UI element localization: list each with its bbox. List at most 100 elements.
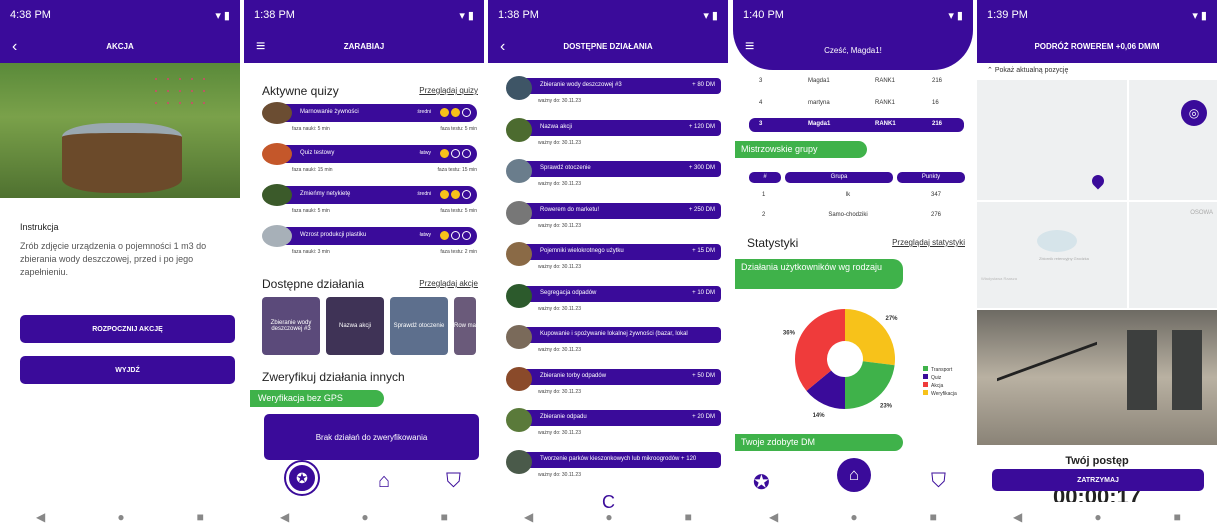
show-position-toggle[interactable]: ⌃ Pokaż aktualną pozycję [987,66,1068,74]
action-name: Zbieranie torby odpadów [540,372,607,379]
building-window [1172,330,1202,410]
stop-button[interactable]: ZATRZYMAJ [992,469,1204,491]
action-pill[interactable]: Zbieranie torby odpadów + 50 DM [520,368,721,385]
master-groups-tab[interactable]: Mistrzowskie grupy [735,141,867,158]
quiz-thumbnail [262,143,292,165]
quiz-row[interactable]: Marnowanie żywności średni faza nauki: 5 m… [262,102,477,134]
recents-square-icon[interactable]: ■ [197,510,204,524]
action-name: Kupowanie i spożywanie lokalnej żywności… [540,331,688,337]
action-row[interactable]: Tworzenie parków kieszonkowych lub mikro… [506,449,721,482]
action-pill[interactable]: Tworzenie parków kieszonkowych lub mikro… [520,451,721,468]
back-icon[interactable]: ‹ [12,38,17,56]
home-circle-icon[interactable]: ● [361,510,368,524]
action-pill[interactable]: Zbieranie wody deszczowej #3 + 80 DM [520,78,721,94]
action-tile[interactable]: Zbieranie wody deszczowej #3 [262,297,320,355]
action-points: + 250 DM [688,206,715,213]
action-pill[interactable]: Pojemniki wielokrotnego użytku + 15 DM [520,244,721,260]
home-circle-icon[interactable]: ● [1094,510,1101,524]
legend-swatch [923,390,928,395]
menu-icon[interactable]: ≡ [745,38,754,56]
action-pill[interactable]: Zbieranie odpadu + 20 DM [520,410,721,426]
action-valid-date: ważny do: 30.11.23 [538,222,581,229]
action-tile[interactable]: Row ma [454,297,476,355]
browse-stats-link[interactable]: Przeglądaj statystyki [892,238,965,247]
back-triangle-icon[interactable]: ◀ [36,510,45,524]
action-pill[interactable]: Nazwa akcji + 120 DM [520,119,721,136]
group-header-label: # [763,174,767,180]
shopping-bag-icon[interactable]: ⛉ [446,470,461,493]
rank-level: RANK1 [875,78,896,84]
difficulty-bubbles [438,149,471,160]
home-icon[interactable]: ⌂ [378,470,390,493]
difficulty-bubbles [438,190,471,201]
earned-dm-tab[interactable]: Twoje zdobyte DM [735,434,903,451]
recents-square-icon[interactable]: ■ [930,510,937,524]
my-rank-row: 3 Magda1 RANK1 216 [749,118,964,132]
action-pill[interactable]: Rowerem do marketu! + 250 DM [520,202,721,219]
difficulty-bubbles [438,231,471,242]
difficulty-dot-icon [462,149,471,158]
action-row[interactable]: Rowerem do marketu! + 250 DM ważny do: 30.… [506,200,721,233]
recents-square-icon[interactable]: ■ [441,510,448,524]
action-row[interactable]: Nazwa akcji + 120 DM ważny do: 30.11.23 [506,117,721,150]
exit-button[interactable]: WYJDŹ [20,356,235,384]
quiz-pill[interactable]: Marnowanie żywności średni [276,104,477,122]
action-tile[interactable]: Nazwa akcji [326,297,384,355]
home-circle-icon[interactable]: ● [850,510,857,524]
home-circle-icon[interactable]: ● [605,510,612,524]
action-name: Zbieranie odpadu [540,414,587,420]
quiz-pill[interactable]: Wzrost produkcji plastiku łatwy [276,227,477,245]
action-valid-date: ważny do: 30.11.23 [538,347,581,353]
action-row[interactable]: Pojemniki wielokrotnego użytku + 15 DM waż… [506,242,721,274]
back-triangle-icon[interactable]: ◀ [1013,510,1022,524]
action-row[interactable]: Kupowanie i spożywanie lokalnej żywności… [506,325,721,357]
action-pill[interactable]: Sprawdź otoczenie + 300 DM [520,161,721,177]
action-tile-label: Zbieranie wody deszczowej #3 [270,320,312,332]
action-tile[interactable]: Sprawdź otoczenie [390,297,448,355]
recents-square-icon[interactable]: ■ [685,510,692,524]
back-triangle-icon[interactable]: ◀ [769,510,778,524]
group-header-label: Punkty [921,174,941,180]
action-pill[interactable]: Segregacja odpadów + 10 DM [520,285,721,302]
quiz-level: średni [417,109,431,115]
app-bar: ≡ ZARABIAJ [244,30,484,63]
quiz-row[interactable]: Wzrost produkcji plastiku łatwy faza nauki… [262,225,477,257]
legend-label: Weryfikacja [931,391,957,397]
home-circle-icon[interactable]: ● [117,510,124,524]
actions-pie-chart: 23% 14% 36% 27% Transport Quiz Akcja Weryfikacj… [783,309,957,419]
shopping-bag-icon[interactable]: ⛉ [931,470,946,493]
home-tab[interactable]: ⌂ [837,458,871,492]
back-triangle-icon[interactable]: ◀ [524,510,533,524]
user-actions-by-type-tab[interactable]: Działania użytkowników wg rodzaju [735,259,903,289]
my-rank-name: Magda1 [808,121,831,127]
back-icon[interactable]: ‹ [500,38,505,56]
quiz-pill[interactable]: Zmieńmy netykietę średni [276,186,477,204]
greeting-title: Cześć, Magda1! [824,45,882,55]
action-row[interactable]: Zbieranie odpadu + 20 DM ważny do: 30.11.2… [506,408,721,440]
browse-actions-link[interactable]: Przeglądaj akcje [419,279,478,288]
verify-without-gps-tab[interactable]: Weryfikacja bez GPS [250,390,384,407]
menu-icon[interactable]: ≡ [256,38,265,56]
quiz-row[interactable]: Quiz testowy łatwy faza nauki: 15 min faza … [262,143,477,175]
action-row[interactable]: Segregacja odpadów + 10 DM ważny do: 30.11… [506,283,721,316]
back-triangle-icon[interactable]: ◀ [280,510,289,524]
action-valid-date: ważny do: 30.11.23 [538,388,581,395]
quiz-pill[interactable]: Quiz testowy łatwy [276,145,477,163]
action-row[interactable]: Zbieranie wody deszczowej #3 + 80 DM ważny… [506,76,721,108]
action-thumbnail [506,159,532,183]
ranking-row: 4 martyna RANK1 16 [749,100,964,112]
start-action-button[interactable]: ROZPOCZNIJ AKCJĘ [20,315,235,343]
bottom-tab-bar: ✪ ⌂ ⛉ [733,456,973,502]
legend-label: Quiz [931,375,942,381]
browse-quizzes-link[interactable]: Przeglądaj quizy [419,86,478,95]
badge-icon[interactable]: ✪ [753,470,770,495]
quiz-row[interactable]: Zmieńmy netykietę średni faza nauki: 5 min… [262,184,477,216]
badge-tab[interactable]: ✪ [286,462,318,494]
group-points: 347 [931,192,942,198]
recents-square-icon[interactable]: ■ [1174,510,1181,524]
map[interactable]: OSOWA Zbiornik retencyjny Grodzka Władys… [977,80,1217,308]
action-row[interactable]: Sprawdź otoczenie + 300 DM ważny do: 30.11… [506,159,721,191]
action-pill[interactable]: Kupowanie i spożywanie lokalnej żywności… [520,327,721,343]
locate-me-button[interactable]: ◎ [1181,100,1207,126]
action-row[interactable]: Zbieranie torby odpadów + 50 DM ważny do: … [506,366,721,399]
